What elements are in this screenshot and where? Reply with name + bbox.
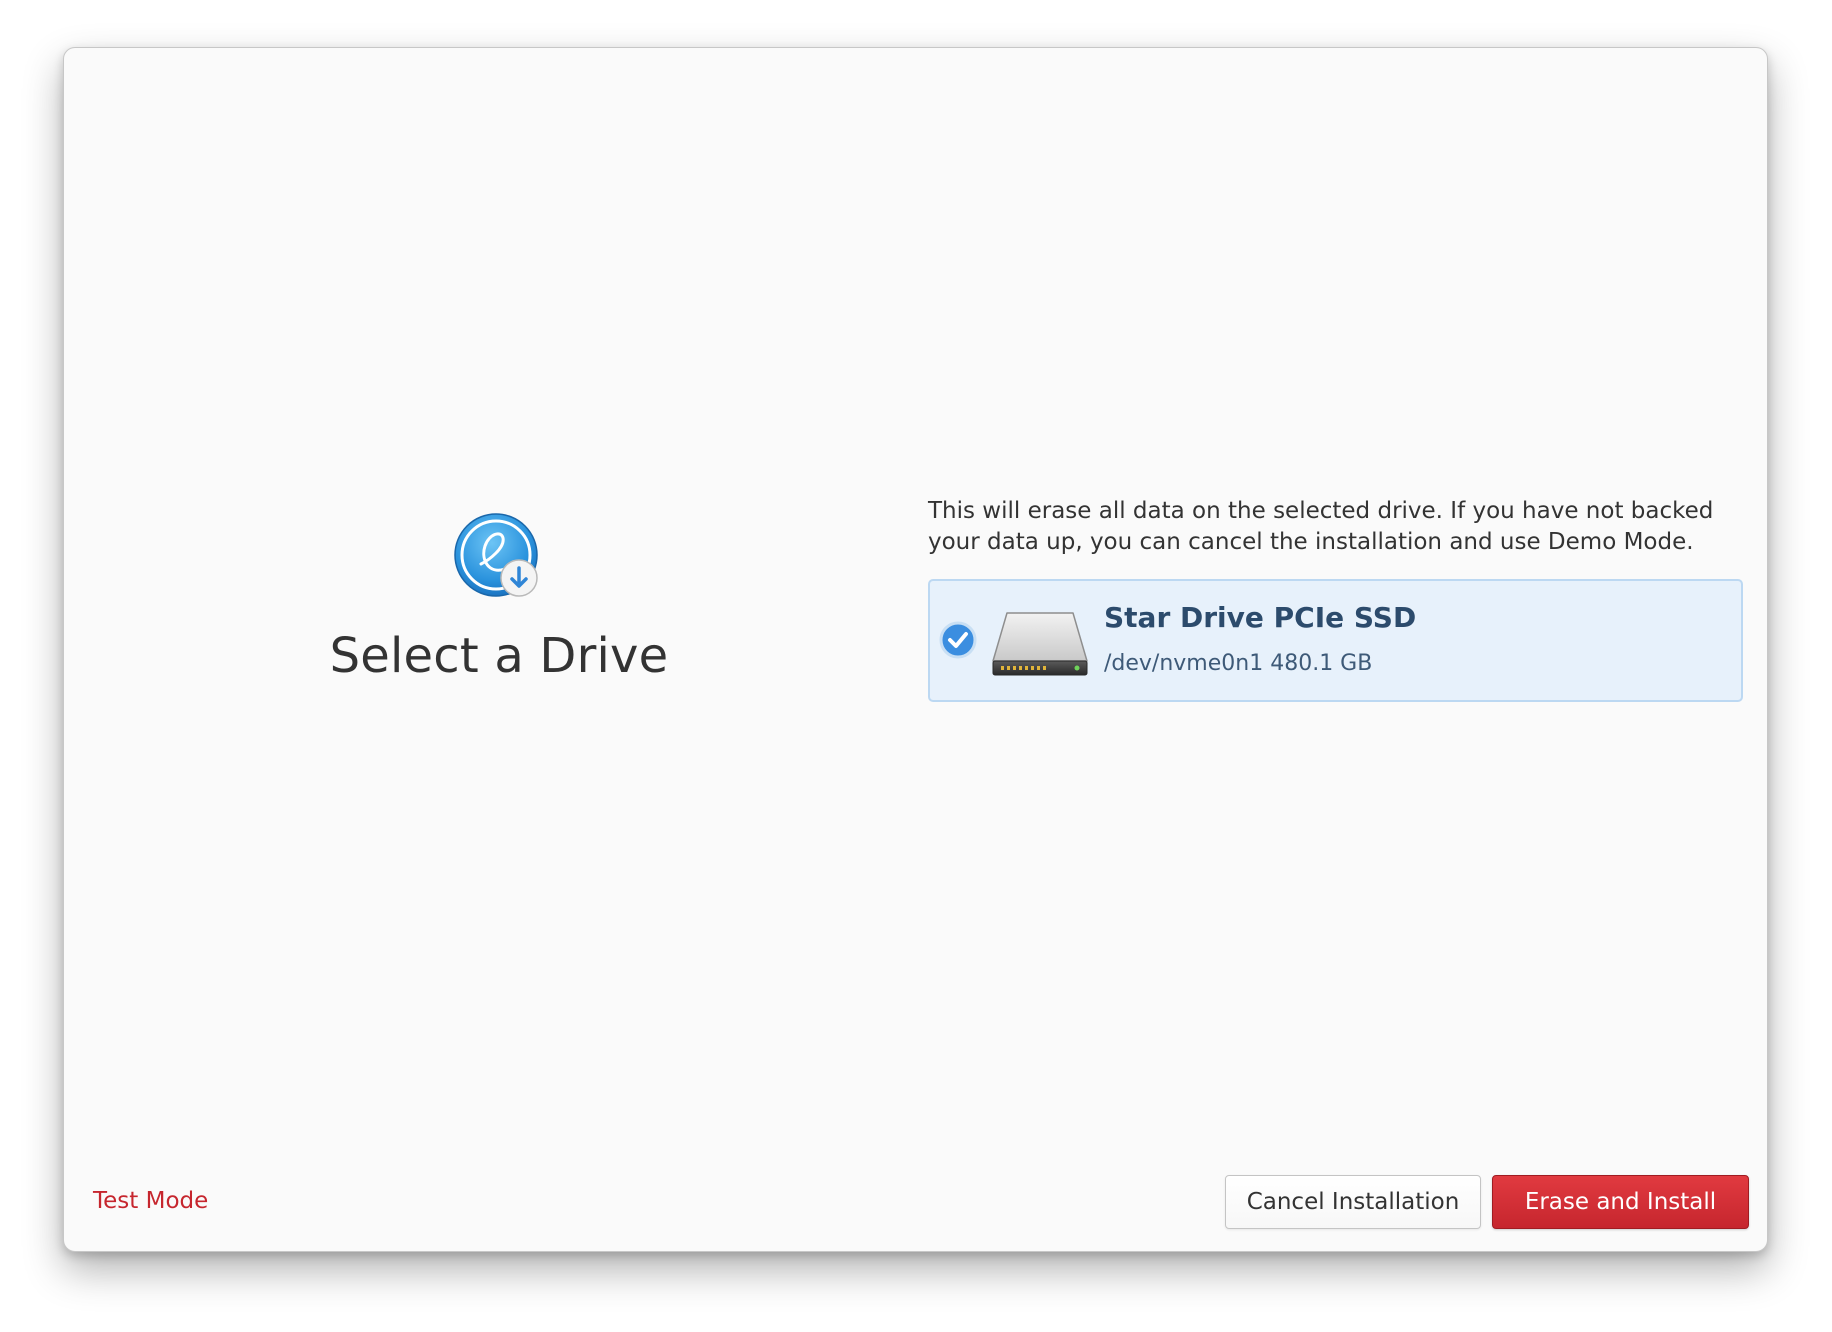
test-mode-link[interactable]: Test Mode: [93, 1188, 208, 1214]
page-title: Select a Drive: [329, 628, 669, 684]
installer-window: Select a Drive This will erase all data …: [63, 47, 1768, 1252]
cancel-installation-button[interactable]: Cancel Installation: [1225, 1175, 1481, 1229]
drive-option-item[interactable]: Star Drive PCIe SSD /dev/nvme0n1 480.1 G…: [928, 579, 1743, 702]
checkmark-icon[interactable]: [939, 621, 977, 659]
title-pane: Select a Drive: [64, 48, 934, 1251]
drive-details: /dev/nvme0n1 480.1 GB: [1104, 651, 1373, 676]
erase-and-install-button[interactable]: Erase and Install: [1492, 1175, 1749, 1229]
hard-drive-icon: [991, 609, 1089, 679]
installer-icon: [453, 512, 543, 602]
drive-name: Star Drive PCIe SSD: [1104, 601, 1417, 634]
erase-warning: This will erase all data on the selected…: [928, 498, 1714, 555]
